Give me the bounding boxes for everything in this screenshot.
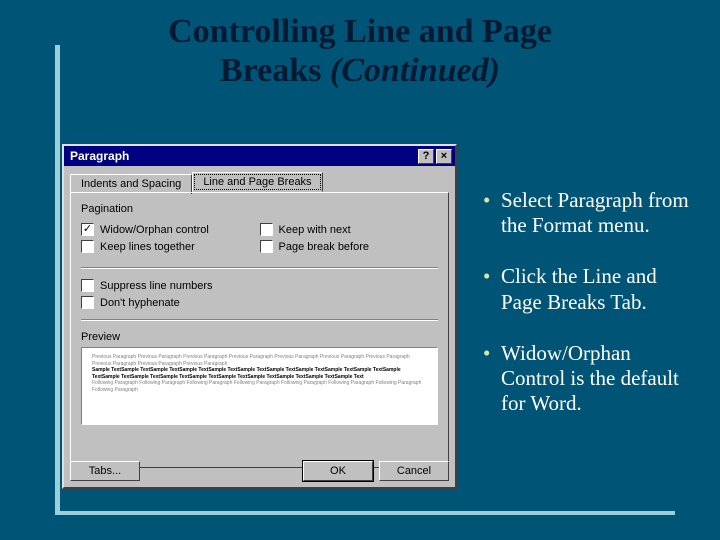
checkbox-widow-orphan[interactable]: ✓ Widow/Orphan control [81, 223, 260, 236]
bullet-2: Click the Line and Page Breaks Tab. [483, 264, 695, 314]
ok-button[interactable]: OK [303, 461, 373, 481]
checkbox-suppress-line-numbers[interactable]: Suppress line numbers [81, 279, 438, 292]
title-line-2b: (Continued) [330, 52, 500, 89]
cancel-button[interactable]: Cancel [379, 461, 449, 481]
accent-vline [55, 45, 60, 515]
unchecked-icon [81, 240, 94, 253]
bullet-1: Select Paragraph from the Format menu. [483, 188, 695, 238]
preview-sample-text: Sample TextSample TextSample TextSample … [92, 367, 427, 380]
tab-strip: Indents and Spacing Line and Page Breaks [70, 172, 449, 192]
tab-line-page-breaks[interactable]: Line and Page Breaks [192, 172, 322, 192]
slide-title: Controlling Line and Page Breaks (Contin… [0, 0, 720, 90]
preview-prev-text: Previous Paragraph Previous Paragraph Pr… [92, 354, 427, 367]
checkbox-label: Keep lines together [100, 241, 195, 253]
slide-bullets: Select Paragraph from the Format menu. C… [483, 188, 695, 442]
title-line-1: Controlling Line and Page [168, 13, 552, 50]
close-button[interactable]: × [436, 149, 452, 164]
unchecked-icon [260, 240, 273, 253]
preview-pane: Previous Paragraph Previous Paragraph Pr… [81, 347, 438, 425]
checkbox-label: Page break before [279, 241, 370, 253]
unchecked-icon [81, 279, 94, 292]
unchecked-icon [81, 296, 94, 309]
paragraph-dialog: Paragraph ? × Indents and Spacing Line a… [62, 144, 457, 489]
dialog-title: Paragraph [67, 149, 416, 163]
checkbox-page-break-before[interactable]: Page break before [260, 240, 439, 253]
checkbox-label: Don't hyphenate [100, 297, 180, 309]
accent-hline [55, 511, 675, 515]
divider [81, 319, 438, 321]
preview-label: Preview [81, 331, 438, 343]
tab-panel: Pagination ✓ Widow/Orphan control Keep l… [70, 192, 449, 468]
title-line-2a: Breaks [220, 52, 330, 89]
checkbox-label: Widow/Orphan control [100, 224, 209, 236]
dialog-titlebar: Paragraph ? × [64, 146, 455, 166]
checkbox-label: Keep with next [279, 224, 351, 236]
checkbox-keep-with-next[interactable]: Keep with next [260, 223, 439, 236]
bullet-3: Widow/Orphan Control is the default for … [483, 341, 695, 417]
pagination-label: Pagination [81, 203, 438, 215]
tab-indents-spacing[interactable]: Indents and Spacing [70, 174, 192, 194]
dialog-button-row: Tabs... OK Cancel [70, 461, 449, 481]
checkbox-dont-hyphenate[interactable]: Don't hyphenate [81, 296, 438, 309]
unchecked-icon [260, 223, 273, 236]
preview-follow-text: Following Paragraph Following Paragraph … [92, 380, 427, 393]
checkbox-label: Suppress line numbers [100, 280, 213, 292]
tabs-button[interactable]: Tabs... [70, 461, 140, 481]
checkbox-keep-lines[interactable]: Keep lines together [81, 240, 260, 253]
divider [81, 267, 438, 269]
check-icon: ✓ [81, 223, 94, 236]
help-button[interactable]: ? [418, 149, 434, 164]
